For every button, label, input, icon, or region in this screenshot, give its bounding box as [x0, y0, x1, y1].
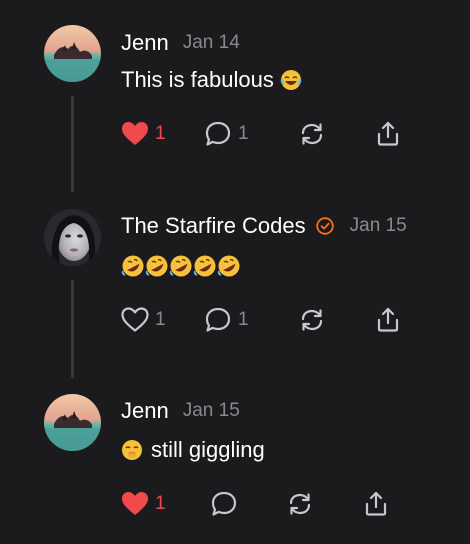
avatar[interactable] — [44, 209, 101, 266]
repost-button[interactable] — [286, 489, 314, 519]
comment-text-content: This is fabulous — [121, 67, 274, 92]
like-count: 1 — [155, 493, 166, 514]
author-name[interactable]: Jenn — [121, 30, 169, 56]
comment-actions: 1 1 — [121, 305, 411, 335]
like-count: 1 — [155, 309, 166, 330]
share-icon — [374, 306, 402, 334]
share-icon — [374, 120, 402, 148]
repost-icon — [298, 306, 326, 334]
comment-header: Jenn Jan 14 — [121, 30, 240, 56]
thread-line — [71, 280, 74, 378]
comment-date: Jan 14 — [182, 32, 240, 53]
comment-date: Jan 15 — [182, 400, 240, 421]
reply-count: 1 — [238, 309, 249, 330]
comment-text: This is fabulous — [121, 66, 302, 94]
like-button[interactable]: 1 — [121, 119, 166, 149]
rolling-on-floor-laughing-emoji-row — [121, 254, 241, 278]
reply-button[interactable] — [210, 489, 238, 519]
laughing-with-tears-emoji — [280, 69, 302, 91]
comment-actions: 1 — [121, 489, 411, 519]
heart-filled-icon — [121, 491, 149, 517]
like-count: 1 — [155, 123, 166, 144]
comment-bubble-icon — [204, 120, 232, 148]
verified-badge-icon — [315, 217, 334, 235]
comment-date: Jan 15 — [349, 215, 407, 236]
repost-icon — [298, 120, 326, 148]
share-button[interactable] — [362, 489, 390, 519]
share-button[interactable] — [374, 119, 402, 149]
like-button[interactable]: 1 — [121, 305, 166, 335]
comment-bubble-icon — [204, 306, 232, 334]
author-name[interactable]: Jenn — [121, 398, 169, 424]
giggling-face-emoji — [121, 439, 143, 461]
share-icon — [362, 490, 390, 518]
rofl-emoji-1 — [121, 255, 144, 277]
author-name[interactable]: The Starfire Codes — [121, 213, 306, 239]
heart-filled-icon — [121, 121, 149, 147]
avatar[interactable] — [44, 25, 101, 82]
comment-header: Jenn Jan 15 — [121, 398, 240, 424]
reply-button[interactable]: 1 — [204, 305, 249, 335]
comment-bubble-icon — [210, 490, 238, 518]
comment-actions: 1 1 — [121, 119, 411, 149]
comment-text-content: still giggling — [151, 437, 265, 462]
thread-line — [71, 96, 74, 192]
comment-header: The Starfire Codes Jan 15 — [121, 213, 407, 239]
reply-count: 1 — [238, 123, 249, 144]
comment-text: still giggling — [121, 436, 265, 464]
heart-outline-icon — [121, 307, 149, 333]
share-button[interactable] — [374, 305, 402, 335]
repost-button[interactable] — [298, 119, 326, 149]
comment-text — [121, 252, 241, 280]
like-button[interactable]: 1 — [121, 489, 166, 519]
avatar[interactable] — [44, 394, 101, 451]
reply-button[interactable]: 1 — [204, 119, 249, 149]
repost-icon — [286, 490, 314, 518]
repost-button[interactable] — [298, 305, 326, 335]
